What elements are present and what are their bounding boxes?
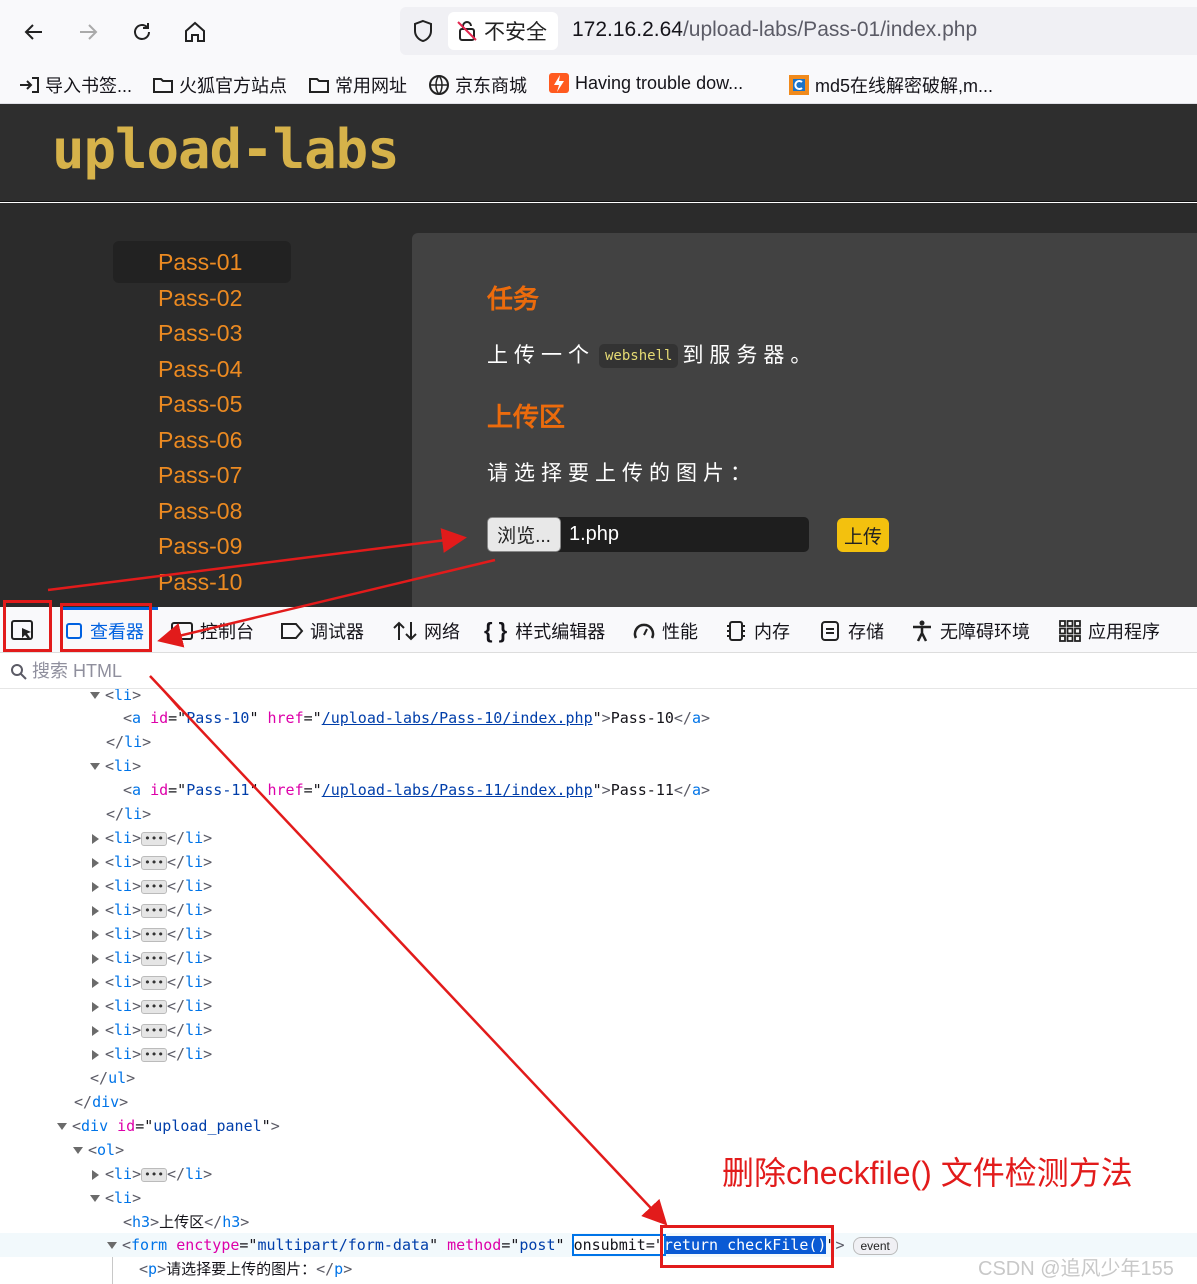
annotation-text: 删除checkfile() 文件检测方法 xyxy=(722,1155,1133,1191)
arrow-to-onsubmit xyxy=(149,675,668,1226)
arrow-thin xyxy=(149,675,181,711)
annotation-arrows xyxy=(47,528,668,1226)
arrow-to-inspector xyxy=(157,558,496,648)
watermark: CSDN @追风少年155 xyxy=(978,1258,1174,1280)
